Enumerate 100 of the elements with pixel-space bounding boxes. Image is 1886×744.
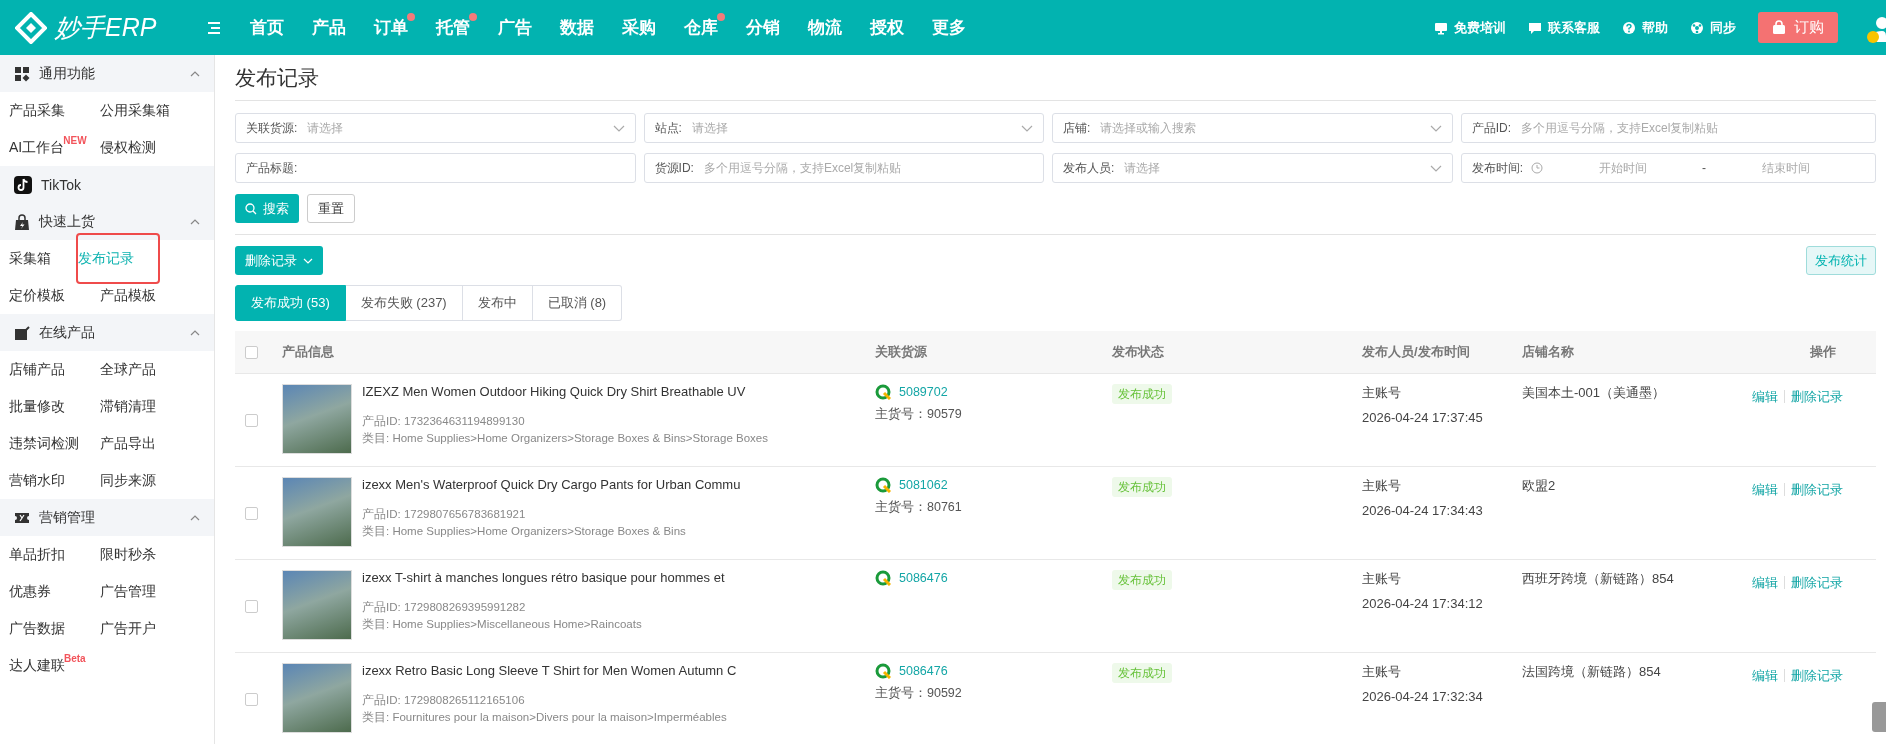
publish-time: 2026-04-24 17:37:45 (1362, 410, 1484, 425)
source-logo-icon (875, 384, 891, 400)
sidebar-item[interactable]: 优惠券 (0, 573, 51, 610)
shopping-bag-icon (14, 213, 30, 230)
sidebar-item[interactable]: 公用采集箱 (100, 92, 170, 129)
brand-name: 妙手ERP (55, 12, 157, 43)
sidebar-section-header[interactable]: 通用功能 (0, 55, 214, 92)
help-icon (1622, 20, 1636, 35)
sidebar-item[interactable]: 批量修改 (0, 388, 65, 425)
select-input[interactable]: 请选择 (1122, 160, 1430, 176)
input-field[interactable]: 货源ID: 多个用逗号分隔，支持Excel复制粘贴 (643, 153, 1045, 183)
range-separator: - (1702, 161, 1706, 175)
field-label: 货源ID: (654, 159, 694, 177)
photo-placeholder (282, 663, 352, 733)
category-text: 类目: Home Supplies>Home Organizers>Storage Boxes & Bins (362, 524, 687, 539)
sidebar-item[interactable]: 同步来源 (100, 462, 156, 499)
product-id: 产品ID: 1729808269395991282 (362, 600, 527, 615)
publisher-text: 主账号 (1362, 477, 1402, 495)
source-logo-icon (875, 570, 891, 586)
product-title: IZEXZ Men Women Outdoor Hiking Quick Dry Shirt Breathable UV (362, 384, 747, 399)
start-date-field[interactable]: 开始时间 (1543, 160, 1702, 176)
sidebar-item[interactable]: 达人建联 (0, 647, 65, 684)
sidebar-section-header[interactable]: 营销管理 (0, 499, 214, 536)
status-tag: 发布成功 (1112, 663, 1172, 683)
date-range-field[interactable]: 发布时间: 开始时间 - 结束时间 (1460, 153, 1876, 183)
text-input[interactable]: 多个用逗号分隔，支持Excel复制粘贴 (1519, 120, 1865, 136)
field-label: 产品标题: (246, 159, 298, 177)
tab[interactable]: 发布失败 (237) (345, 285, 463, 321)
caret-icon (1021, 124, 1034, 132)
grid-icon (14, 65, 30, 82)
source-logo-icon (875, 477, 891, 493)
clock-icon (1531, 162, 1543, 174)
bag-icon (1772, 20, 1786, 35)
section-title: 营销管理 (39, 508, 95, 527)
checkbox[interactable] (245, 599, 258, 613)
field-label: 店铺: (1063, 119, 1091, 137)
sidebar-item[interactable]: 定价模板 (0, 277, 65, 314)
checkbox[interactable] (245, 413, 258, 427)
search-icon (245, 202, 257, 215)
sidebar-item[interactable]: 违禁词检测 (0, 425, 79, 462)
field-label: 产品ID: (1471, 119, 1511, 137)
select-field[interactable]: 店铺: 请选择或输入搜索 (1052, 113, 1453, 143)
publisher-text: 主账号 (1362, 570, 1402, 588)
sidebar-item[interactable]: 广告开户 (100, 610, 156, 647)
caret-icon (1429, 124, 1442, 132)
checkbox[interactable] (245, 345, 258, 359)
reset-button[interactable]: 重置 (307, 194, 355, 223)
sidebar-item[interactable]: 采集箱 (0, 240, 51, 277)
sidebar-section-header[interactable]: 在线产品 (0, 314, 214, 351)
sidebar-item[interactable]: 产品采集 (0, 92, 65, 129)
sidebar-item[interactable]: 产品导出 (100, 425, 156, 462)
select-field[interactable]: 发布人员: 请选择 (1052, 153, 1453, 183)
column-header: 店铺名称 (1522, 344, 1574, 359)
category-text: 类目: Fournitures pour la maison>Divers pour la maison>Imperméables (362, 710, 728, 725)
checkbox[interactable] (245, 692, 258, 706)
select-field[interactable]: 站点: 请选择 (643, 113, 1045, 143)
input-field[interactable]: 产品ID: 多个用逗号分隔，支持Excel复制粘贴 (1460, 113, 1876, 143)
sidebar-item[interactable]: 限时秒杀 (100, 536, 156, 573)
photo-placeholder (282, 477, 352, 547)
select-input[interactable]: 请选择 (305, 120, 613, 136)
section-title: 快速上货 (39, 212, 95, 231)
chat-icon (1528, 20, 1542, 35)
sidebar-item[interactable]: 广告管理 (100, 573, 156, 610)
status-tag: 发布成功 (1112, 477, 1172, 497)
select-input[interactable]: 请选择 (689, 120, 1022, 136)
sidebar-item[interactable]: 店铺产品 (0, 351, 65, 388)
sidebar-item[interactable]: AI工作台 (0, 129, 65, 166)
tab[interactable]: 已取消 (8) (532, 285, 623, 321)
column-header: 产品信息 (282, 344, 334, 359)
select-input[interactable]: 请选择或输入搜索 (1098, 120, 1430, 136)
end-date-field[interactable]: 结束时间 (1706, 160, 1865, 176)
select-field[interactable]: 关联货源: 请选择 (235, 113, 636, 143)
checkbox[interactable] (245, 506, 258, 520)
sidebar-item[interactable]: 全球产品 (100, 351, 156, 388)
logo-icon (15, 11, 47, 44)
page-title: 发布记录 (235, 55, 1876, 101)
badge-label: NEW (63, 135, 87, 147)
sidebar-item[interactable]: 营销水印 (0, 462, 65, 499)
text-input[interactable]: 多个用逗号分隔，支持Excel复制粘贴 (701, 160, 1034, 176)
sidebar-item[interactable]: 侵权检测 (100, 129, 156, 166)
sidebar-item[interactable]: 广告数据 (0, 610, 65, 647)
field-label: 发布人员: (1063, 159, 1115, 177)
sidebar-section-header[interactable]: 快速上货 (0, 203, 214, 240)
column-header: 发布人员/发布时间 (1362, 344, 1470, 359)
sku-text: 主货号：90592 (875, 685, 963, 702)
scroll-top-button[interactable] (1872, 702, 1886, 732)
menu-icon (206, 19, 222, 36)
status-tag: 发布成功 (1112, 384, 1172, 404)
input-field[interactable]: 产品标题: (235, 153, 636, 183)
publish-time: 2026-04-24 17:34:43 (1362, 503, 1484, 518)
tab[interactable]: 发布中 (462, 285, 533, 321)
tiktok-icon (14, 175, 32, 194)
badge-label: Beta (64, 653, 86, 665)
sidebar-link[interactable]: TikTok (0, 166, 214, 203)
sidebar-item[interactable]: 滞销清理 (100, 388, 156, 425)
column-header: 关联货源 (875, 344, 927, 359)
sync-icon (1690, 20, 1704, 35)
store-name: 美国本土-001（美通墨） (1522, 385, 1666, 400)
sidebar-item[interactable]: 单品折扣 (0, 536, 65, 573)
publish-time: 2026-04-24 17:34:12 (1362, 596, 1484, 611)
